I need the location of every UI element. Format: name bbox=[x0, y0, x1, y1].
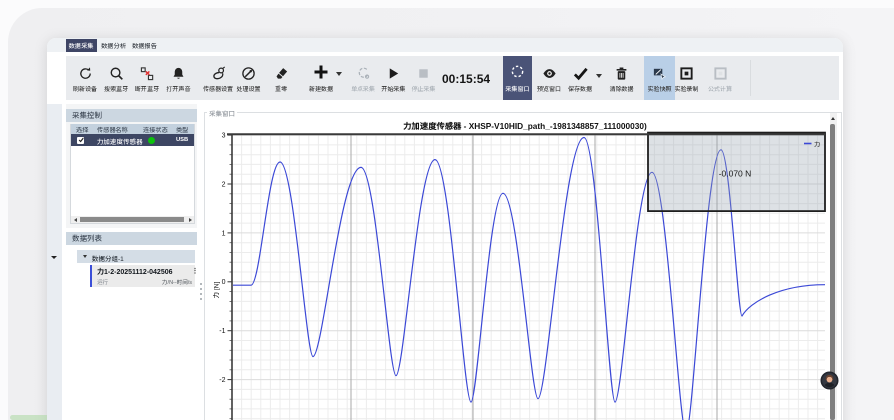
svg-text:2: 2 bbox=[222, 181, 226, 188]
svg-text:力 [N]: 力 [N] bbox=[211, 282, 221, 299]
svg-text:1: 1 bbox=[222, 230, 226, 237]
svg-text:-1: -1 bbox=[219, 328, 225, 335]
svg-text:3: 3 bbox=[222, 133, 226, 140]
svg-text:-0.070 N: -0.070 N bbox=[719, 169, 752, 179]
svg-text:-2: -2 bbox=[219, 377, 225, 384]
svg-text:0: 0 bbox=[222, 279, 226, 286]
svg-text:力: 力 bbox=[814, 139, 820, 148]
